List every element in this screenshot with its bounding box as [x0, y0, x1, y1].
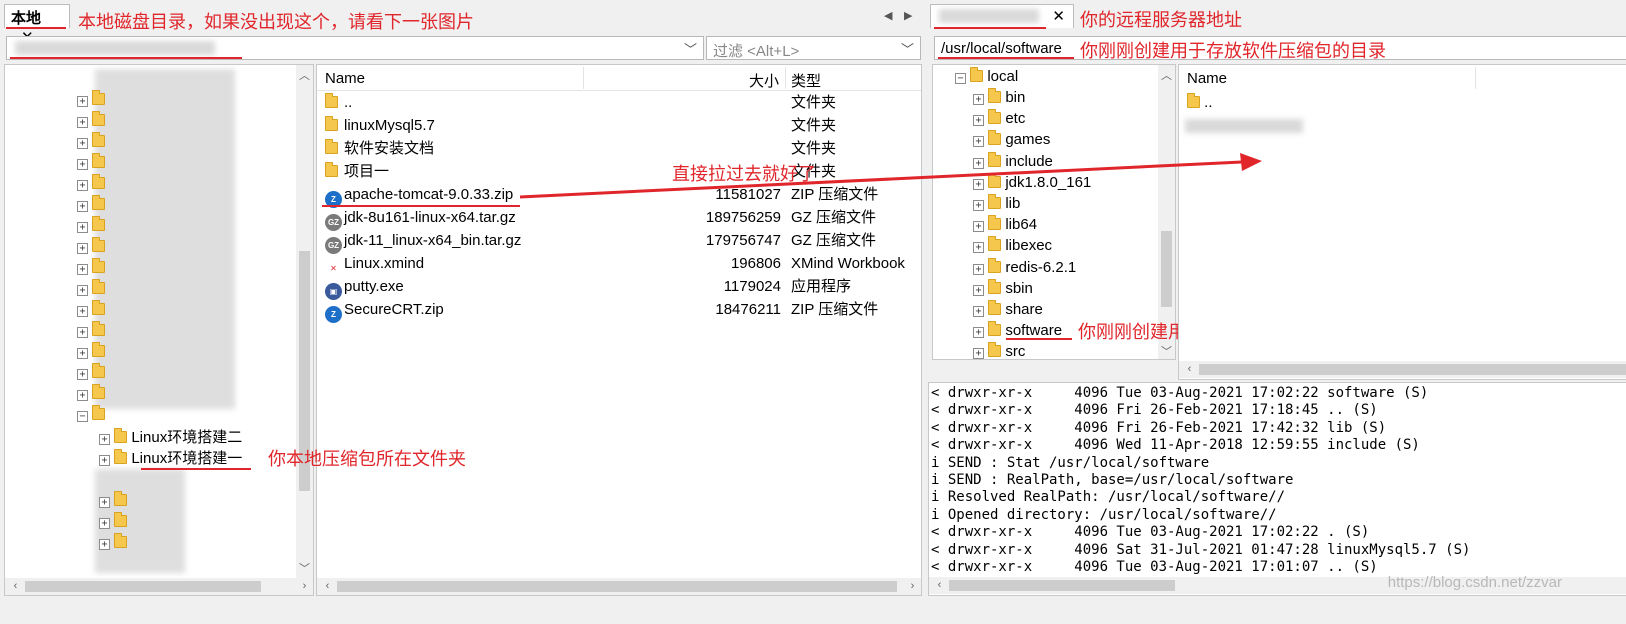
- drag-arrow: [519, 153, 1262, 199]
- annotation-drag-hint: 直接拉过去就好了: [672, 164, 816, 185]
- annotation-local-folder: 你本地压缩包所在文件夹: [268, 449, 466, 470]
